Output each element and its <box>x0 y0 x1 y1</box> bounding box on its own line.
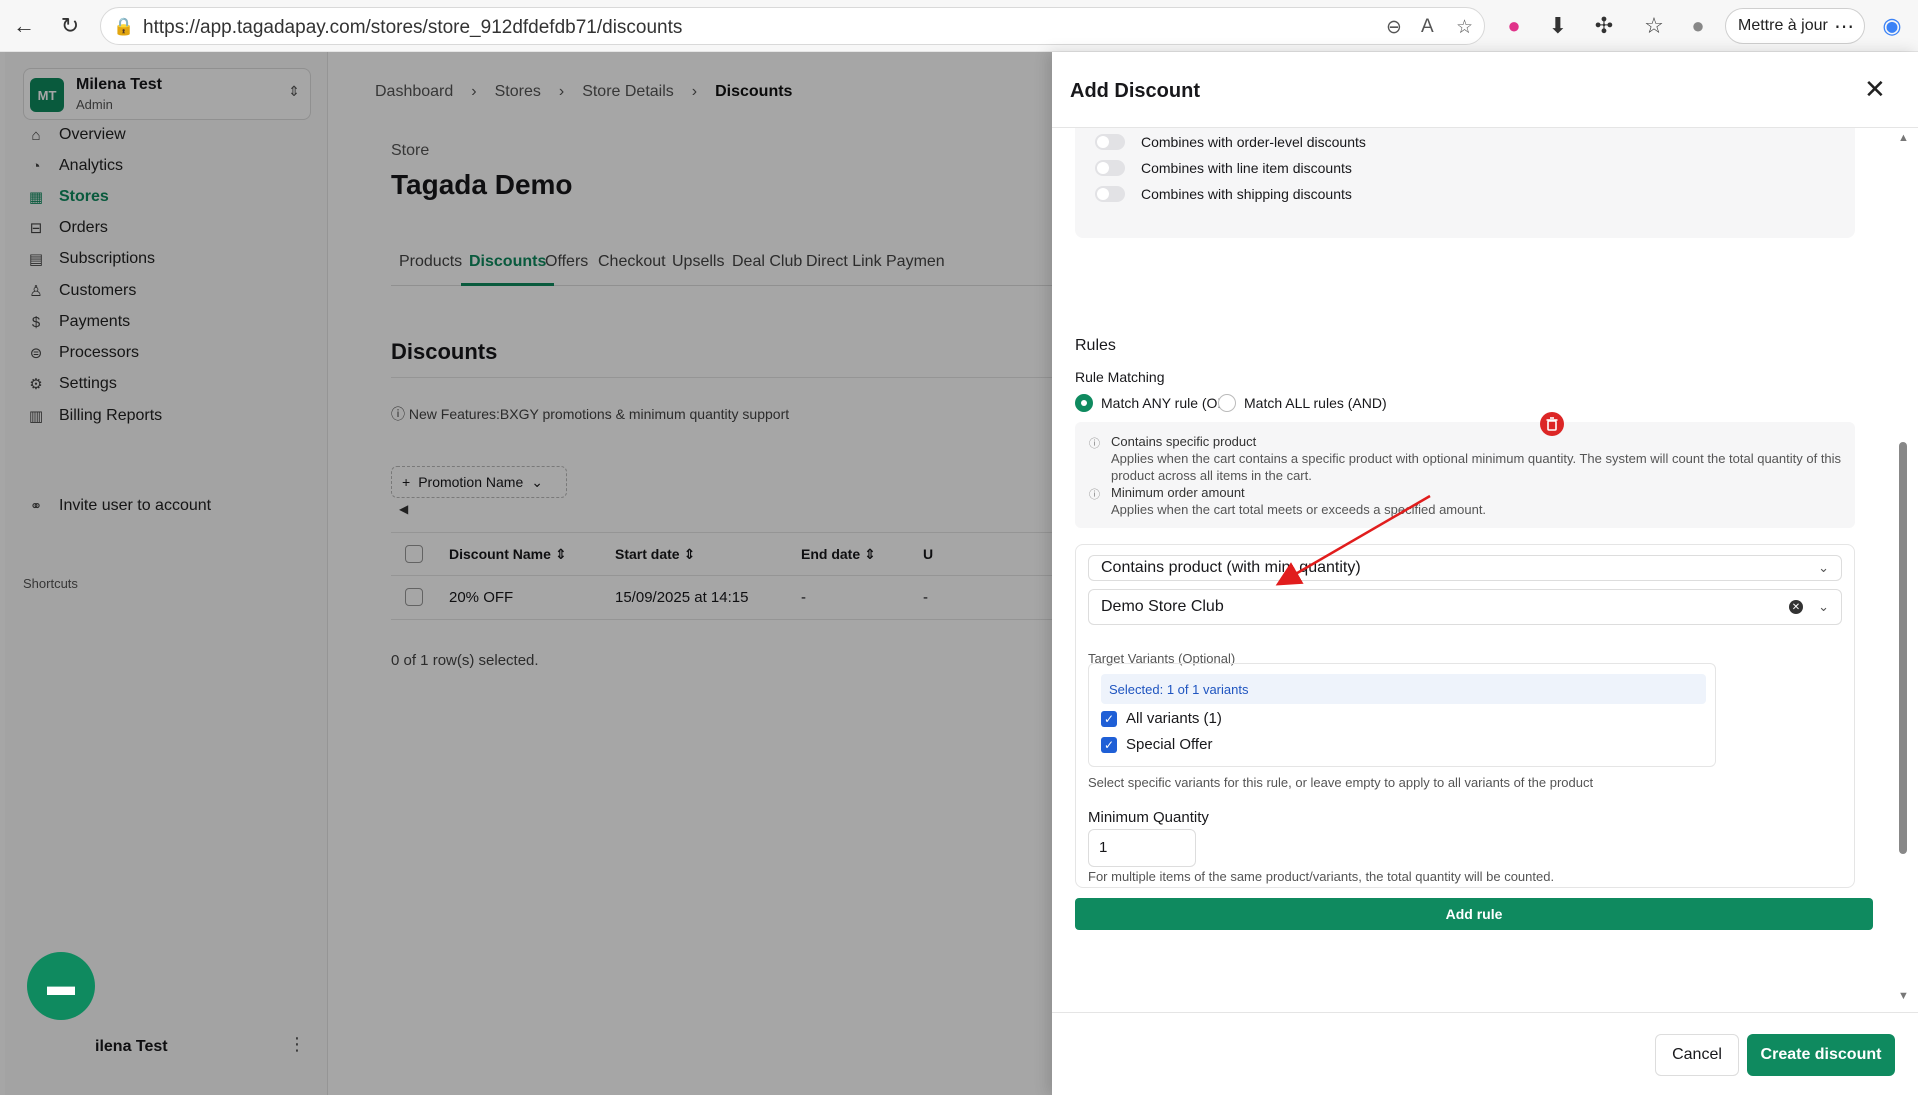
combine-shipping-toggle-row[interactable]: Combines with shipping discounts <box>1095 186 1352 202</box>
drawer-scrollbar[interactable]: ▲ ▼ <box>1895 132 1911 1002</box>
variant-all-checkbox-row[interactable]: ✓ All variants (1) <box>1101 710 1222 727</box>
divider <box>1052 1012 1918 1013</box>
create-discount-button[interactable]: Create discount <box>1747 1034 1895 1076</box>
favorite-star-icon[interactable]: ☆ <box>1456 16 1473 39</box>
reload-icon[interactable]: ↻ <box>56 12 84 40</box>
extensions-puzzle-icon[interactable]: ✣ <box>1590 12 1618 40</box>
chat-icon: ▬ <box>47 970 75 1001</box>
scroll-up-icon[interactable]: ▲ <box>1898 132 1909 144</box>
combines-section: Combines with order-level discounts Comb… <box>1075 128 1855 238</box>
address-bar[interactable]: 🔒 https://app.tagadapay.com/stores/store… <box>100 7 1485 45</box>
update-button[interactable]: Mettre à jour ⋯ <box>1725 8 1865 44</box>
radio-unselected[interactable] <box>1218 394 1236 412</box>
match-any-radio[interactable]: Match ANY rule (OR) <box>1075 394 1232 412</box>
variant-special-offer-checkbox-row[interactable]: ✓ Special Offer <box>1101 736 1212 753</box>
rule-card: Contains product (with min. quantity) ⌄ … <box>1075 544 1855 888</box>
combine-line-item-toggle-row[interactable]: Combines with line item discounts <box>1095 160 1352 176</box>
checkbox-checked-icon[interactable]: ✓ <box>1101 736 1117 753</box>
drawer-body: Combines with order-level discounts Comb… <box>1052 128 1902 1065</box>
min-quantity-input[interactable]: 1 <box>1088 829 1196 867</box>
extension-icon[interactable]: ● <box>1500 12 1528 40</box>
min-quantity-label: Minimum Quantity <box>1088 809 1209 826</box>
chevron-down-icon: ⌄ <box>1818 560 1829 575</box>
add-rule-button[interactable]: Add rule <box>1075 898 1873 930</box>
radio-selected[interactable] <box>1075 394 1093 412</box>
browser-chrome: ← ↻ 🔒 https://app.tagadapay.com/stores/s… <box>0 0 1918 52</box>
scroll-down-icon[interactable]: ▼ <box>1898 990 1909 1002</box>
modal-overlay[interactable] <box>0 52 1052 1095</box>
toggle-switch[interactable] <box>1095 134 1125 150</box>
download-icon[interactable]: ⬇ <box>1544 12 1572 40</box>
min-quantity-help: For multiple items of the same product/v… <box>1088 869 1555 884</box>
zoom-icon[interactable]: ⊖ <box>1386 16 1402 39</box>
chevron-down-icon[interactable]: ⌄ <box>1818 599 1829 615</box>
info-icon: ⓘ <box>1089 438 1100 450</box>
clear-icon[interactable]: ✕ <box>1789 600 1803 614</box>
chat-widget-button[interactable]: ▬ <box>27 952 95 1020</box>
close-icon[interactable]: ✕ <box>1864 74 1886 105</box>
target-variants-box: Selected: 1 of 1 variants ✓ All variants … <box>1088 663 1716 767</box>
combine-order-toggle-row[interactable]: Combines with order-level discounts <box>1095 134 1366 150</box>
rule-types-info: ⓘ Contains specific product Applies when… <box>1075 422 1855 528</box>
scrollbar-thumb[interactable] <box>1899 442 1907 854</box>
selected-variants-summary: Selected: 1 of 1 variants <box>1101 674 1706 704</box>
cancel-button[interactable]: Cancel <box>1655 1034 1739 1076</box>
profile-icon[interactable]: ● <box>1684 12 1712 40</box>
checkbox-checked-icon[interactable]: ✓ <box>1101 710 1117 727</box>
toggle-switch[interactable] <box>1095 186 1125 202</box>
info-icon: ⓘ <box>1089 489 1100 501</box>
toggle-switch[interactable] <box>1095 160 1125 176</box>
favorites-icon[interactable]: ☆ <box>1640 12 1668 40</box>
product-select[interactable]: Demo Store Club ✕ ⌄ <box>1088 589 1842 625</box>
rule-matching-label: Rule Matching <box>1075 369 1165 385</box>
variants-help-text: Select specific variants for this rule, … <box>1088 775 1594 790</box>
copilot-icon[interactable]: ◉ <box>1878 12 1906 40</box>
match-all-radio[interactable]: Match ALL rules (AND) <box>1218 394 1387 412</box>
more-menu-icon[interactable]: ⋯ <box>1834 14 1854 39</box>
url-text[interactable]: https://app.tagadapay.com/stores/store_9… <box>143 17 682 39</box>
read-aloud-icon[interactable]: A <box>1421 16 1434 38</box>
back-arrow-icon[interactable]: ← <box>10 12 38 40</box>
rule-type-select[interactable]: Contains product (with min. quantity) ⌄ <box>1088 555 1842 581</box>
delete-rule-icon[interactable] <box>1540 412 1564 436</box>
site-info-icon[interactable]: 🔒 <box>113 17 134 37</box>
drawer-title: Add Discount <box>1070 80 1200 102</box>
rules-heading: Rules <box>1075 337 1116 354</box>
add-discount-drawer: Add Discount ✕ Combines with order-level… <box>1052 52 1918 1095</box>
